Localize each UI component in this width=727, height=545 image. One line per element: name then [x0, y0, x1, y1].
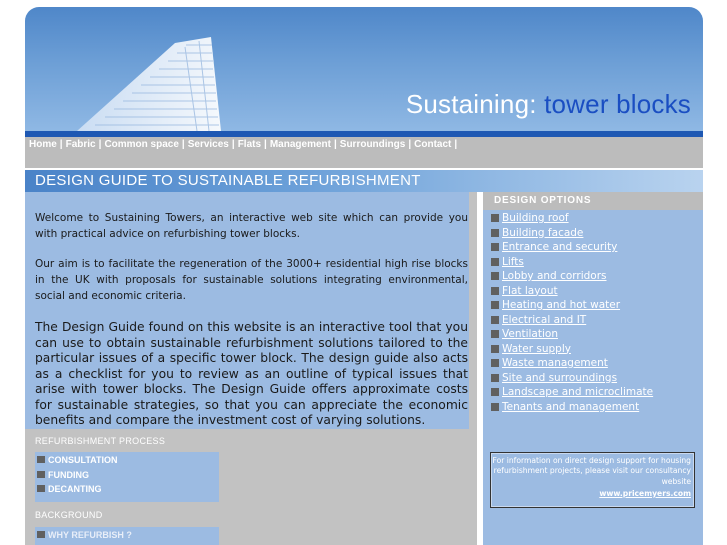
main-nav: Home | Fabric | Common space | Services | Flats |… — [25, 137, 703, 168]
intro-panel: Welcome to Sustaining Towers, an interac… — [25, 192, 469, 429]
option-label: Building facade — [502, 226, 584, 239]
nav-separator: | — [408, 139, 412, 150]
main-content: Welcome to Sustaining Towers, an interac… — [25, 192, 477, 545]
option-label: Electrical and IT — [502, 313, 587, 326]
guide-title-bar: DESIGN GUIDE TO SUSTAINABLE REFURBISHMEN… — [25, 170, 703, 192]
option-site-surroundings[interactable]: Site and surroundings — [491, 372, 617, 384]
refurb-link-label: CONSULTATION — [48, 455, 118, 465]
background-list: WHY REFURBISH ? — [35, 527, 219, 545]
background-link-label: WHY REFURBISH ? — [48, 530, 132, 540]
option-label: Lifts — [502, 255, 524, 268]
nav-common-space[interactable]: Common space — [104, 139, 178, 150]
nav-separator: | — [181, 139, 185, 150]
nav-surroundings[interactable]: Surroundings — [340, 139, 406, 150]
design-options-panel: DESIGN OPTIONS Building roof Building fa… — [483, 192, 703, 545]
design-options-title: DESIGN OPTIONS — [494, 195, 592, 206]
option-electrical-it[interactable]: Electrical and IT — [491, 314, 586, 326]
square-bullet-icon — [491, 286, 499, 295]
nav-separator: | — [59, 139, 63, 150]
option-label: Water supply — [502, 342, 571, 355]
option-label: Heating and hot water — [502, 299, 621, 311]
option-label: Lobby and corridors — [502, 270, 607, 282]
square-bullet-icon — [491, 243, 499, 251]
square-bullet-icon — [491, 315, 499, 324]
square-bullet-icon — [491, 228, 499, 237]
nav-separator: | — [98, 139, 102, 150]
refurbishment-heading: REFURBISHMENT PROCESS — [35, 436, 166, 446]
option-entrance-security[interactable]: Entrance and security — [491, 241, 617, 253]
nav-separator: | — [454, 139, 458, 150]
site-title: Sustaining: tower blocks — [406, 89, 691, 120]
nav-fabric[interactable]: Fabric — [66, 139, 96, 150]
square-bullet-icon — [491, 388, 499, 396]
square-bullet-icon — [491, 272, 499, 280]
consultancy-text: For information on direct design support… — [492, 456, 691, 486]
option-label: Ventilation — [502, 328, 558, 340]
option-ventilation[interactable]: Ventilation — [491, 328, 558, 340]
square-bullet-icon — [491, 214, 499, 222]
option-label: Entrance and security — [502, 241, 618, 253]
background-heading: BACKGROUND — [35, 510, 103, 520]
square-bullet-icon — [491, 257, 499, 266]
nav-management[interactable]: Management — [270, 139, 331, 150]
nav-home[interactable]: Home — [29, 139, 57, 150]
square-bullet-icon — [491, 301, 499, 309]
refurb-link-label: DECANTING — [48, 484, 102, 494]
square-bullet-icon — [37, 456, 45, 463]
square-bullet-icon — [491, 344, 499, 353]
option-flat-layout[interactable]: Flat layout — [491, 285, 558, 297]
consultancy-link[interactable]: www.pricemyers.com — [599, 489, 691, 498]
refurb-link-decanting[interactable]: DECANTING — [37, 484, 102, 494]
option-lifts[interactable]: Lifts — [491, 256, 524, 268]
refurbishment-list: CONSULTATION FUNDING DECANTING — [35, 452, 219, 502]
option-heating-hot-water[interactable]: Heating and hot water — [491, 299, 620, 311]
square-bullet-icon — [491, 359, 499, 367]
refurb-link-label: FUNDING — [48, 470, 89, 480]
option-tenants-management[interactable]: Tenants and management — [491, 401, 639, 413]
nav-contact[interactable]: Contact — [414, 139, 451, 150]
consultancy-box: For information on direct design support… — [490, 452, 695, 508]
nav-links: Home | Fabric | Common space | Services | Flats |… — [29, 139, 460, 150]
square-bullet-icon — [37, 531, 45, 538]
option-label: Building roof — [502, 212, 569, 224]
nav-separator: | — [264, 139, 267, 150]
option-waste-management[interactable]: Waste management — [491, 357, 608, 369]
refurb-link-funding[interactable]: FUNDING — [37, 470, 89, 480]
aim-paragraph: Our aim is to facilitate the regeneratio… — [35, 258, 468, 302]
option-label: Site and surroundings — [502, 371, 618, 384]
nav-flats[interactable]: Flats — [238, 139, 261, 150]
square-bullet-icon — [491, 330, 499, 338]
option-building-facade[interactable]: Building facade — [491, 227, 583, 239]
background-link-why-refurbish[interactable]: WHY REFURBISH ? — [37, 530, 132, 540]
option-label: Flat layout — [502, 284, 558, 297]
site-title-main: Sustaining: — [405, 89, 537, 119]
site-title-accent: tower blocks — [544, 89, 691, 119]
nav-separator: | — [333, 139, 337, 150]
option-label: Waste management — [502, 357, 608, 369]
page-title: DESIGN GUIDE TO SUSTAINABLE REFURBISHMEN… — [35, 172, 421, 189]
header-banner: Sustaining: tower blocks — [25, 7, 703, 131]
design-options-header: DESIGN OPTIONS — [483, 192, 703, 210]
square-bullet-icon — [491, 373, 499, 382]
option-water-supply[interactable]: Water supply — [491, 343, 571, 355]
nav-services[interactable]: Services — [188, 139, 229, 150]
option-building-roof[interactable]: Building roof — [491, 212, 569, 224]
option-landscape-microclimate[interactable]: Landscape and microclimate — [491, 386, 653, 398]
option-lobby-corridors[interactable]: Lobby and corridors — [491, 270, 607, 282]
square-bullet-icon — [37, 471, 45, 478]
option-label: Tenants and management — [502, 400, 640, 413]
option-label: Landscape and microclimate — [502, 386, 654, 398]
design-guide-paragraph: The Design Guide found on this website i… — [35, 320, 468, 427]
nav-separator: | — [231, 139, 235, 150]
intro-paragraph: Welcome to Sustaining Towers, an interac… — [35, 212, 468, 240]
square-bullet-icon — [491, 402, 499, 411]
refurb-link-consultation[interactable]: CONSULTATION — [37, 455, 118, 465]
square-bullet-icon — [37, 485, 45, 492]
